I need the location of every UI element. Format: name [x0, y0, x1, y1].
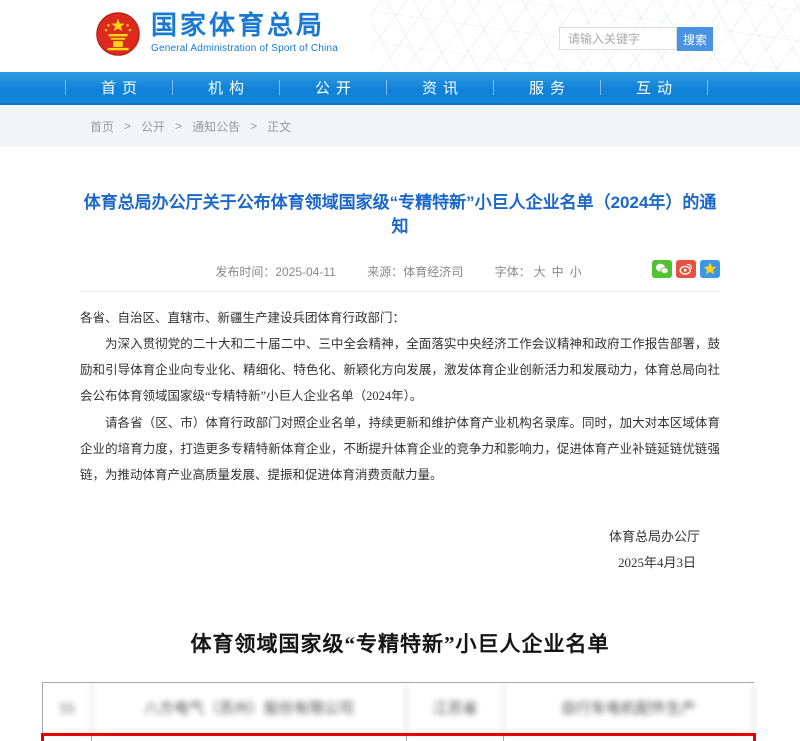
- site-name: 国家体育总局: [151, 11, 338, 41]
- table-row: 55 八方电气（苏州）股份有限公司 江苏省 自行车电机配件生产: [43, 683, 754, 735]
- site-header: 国家体育总局 General Administration of Sport o…: [0, 0, 800, 72]
- article-source: 来源：体育经济司: [367, 265, 463, 279]
- breadcrumb-disclosure[interactable]: 公开: [141, 118, 165, 135]
- signature-date: 2025年4月3日: [80, 550, 696, 576]
- table-row-highlighted: 56 苏州清听声学科技有限公司 江苏省 安静操场系统设计: [43, 735, 754, 741]
- article-body: 各省、自治区、直辖市、新疆生产建设兵团体育行政部门： 为深入贯彻党的二十大和二十…: [80, 305, 720, 489]
- breadcrumb-separator: >: [124, 119, 131, 133]
- logo-text: 国家体育总局 General Administration of Sport o…: [151, 11, 338, 54]
- cell-company: 八方电气（苏州）股份有限公司: [92, 683, 407, 735]
- paragraph-request: 请各省（区、市）体育行政部门对照企业名单，持续更新和维护体育产业机构名录库。同时…: [80, 410, 720, 489]
- qzone-share-icon[interactable]: [700, 260, 720, 278]
- font-size-large[interactable]: 大: [534, 265, 546, 279]
- paragraph-announcement: 为深入贯彻党的二十大和二十届二中、三中全会精神，全面落实中央经济工作会议精神和政…: [80, 331, 720, 410]
- cell-company: 苏州清听声学科技有限公司: [92, 735, 407, 741]
- publish-date-label: 发布时间：: [215, 265, 275, 279]
- breadcrumb-notices[interactable]: 通知公告: [192, 118, 240, 135]
- site-name-english: General Administration of Sport of China: [151, 43, 338, 54]
- nav-item-news[interactable]: 资讯: [387, 77, 493, 98]
- nav-item-disclosure[interactable]: 公开: [280, 77, 386, 98]
- cell-number: 55: [43, 683, 92, 735]
- nav-divider: [707, 80, 708, 95]
- list-title: 体育领域国家级“专精特新”小巨人企业名单: [0, 628, 800, 658]
- meta-divider: [80, 291, 720, 292]
- cell-province: 江苏省: [407, 735, 504, 741]
- enterprise-table: 55 八方电气（苏州）股份有限公司 江苏省 自行车电机配件生产 56 苏州清听声…: [42, 682, 754, 741]
- breadcrumb-separator: >: [250, 119, 257, 133]
- cell-business: 安静操场系统设计: [504, 735, 754, 741]
- site-search: 搜索: [559, 27, 713, 51]
- share-buttons: [652, 260, 720, 278]
- breadcrumb-current: 正文: [267, 118, 291, 135]
- font-size-medium[interactable]: 中: [552, 265, 564, 279]
- page-title: 体育总局办公厅关于公布体育领域国家级“专精特新”小巨人企业名单（2024年）的通…: [80, 191, 720, 239]
- font-size-small[interactable]: 小: [570, 265, 582, 279]
- font-size-control: 字体：大中小: [495, 265, 585, 279]
- site-logo[interactable]: 国家体育总局 General Administration of Sport o…: [95, 11, 338, 62]
- cell-number: 56: [43, 735, 92, 741]
- breadcrumb-home[interactable]: 首页: [90, 118, 114, 135]
- nav-item-services[interactable]: 服务: [494, 77, 600, 98]
- breadcrumb-separator: >: [175, 119, 182, 133]
- wechat-share-icon[interactable]: [652, 260, 672, 278]
- breadcrumb: 首页 > 公开 > 通知公告 > 正文: [0, 105, 800, 147]
- nav-item-home[interactable]: 首页: [66, 77, 172, 98]
- cell-province: 江苏省: [407, 683, 504, 735]
- search-button[interactable]: 搜索: [677, 27, 713, 51]
- paragraph-salutation: 各省、自治区、直辖市、新疆生产建设兵团体育行政部门：: [80, 305, 720, 331]
- search-input[interactable]: [559, 27, 677, 50]
- nav-item-interact[interactable]: 互动: [601, 77, 707, 98]
- main-nav: 首页 机构 公开 资讯 服务 互动: [0, 72, 800, 105]
- publish-date-value: 2025-04-11: [275, 265, 336, 279]
- publish-date: 发布时间：2025-04-11: [215, 265, 336, 279]
- signature-org: 体育总局办公厅: [80, 524, 700, 550]
- national-emblem-icon: [95, 11, 141, 62]
- source-label: 来源：: [367, 265, 403, 279]
- signature-block: 体育总局办公厅 2025年4月3日: [80, 524, 720, 576]
- font-size-label: 字体：: [495, 265, 531, 279]
- weibo-share-icon[interactable]: [676, 260, 696, 278]
- article-meta: 发布时间：2025-04-11 来源：体育经济司 字体：大中小: [80, 263, 720, 280]
- cell-business: 自行车电机配件生产: [504, 683, 754, 735]
- article: 体育总局办公厅关于公布体育领域国家级“专精特新”小巨人企业名单（2024年）的通…: [0, 191, 800, 576]
- source-value: 体育经济司: [403, 265, 463, 279]
- nav-item-orgs[interactable]: 机构: [173, 77, 279, 98]
